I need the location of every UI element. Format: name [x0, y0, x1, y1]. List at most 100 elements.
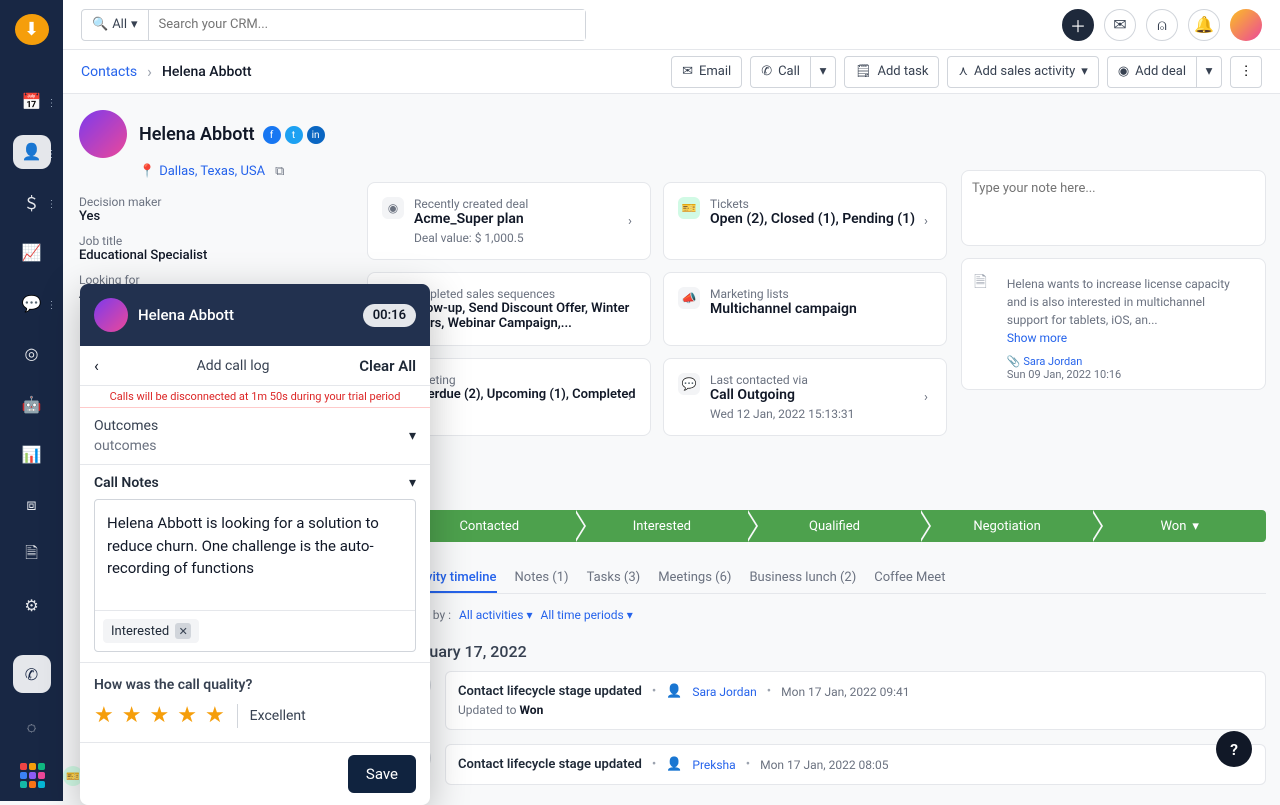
- twitter-icon[interactable]: t: [285, 126, 303, 144]
- facebook-icon[interactable]: f: [263, 126, 281, 144]
- timeline-author[interactable]: Sara Jordan: [692, 685, 756, 699]
- tab-tasks[interactable]: Tasks (3): [587, 564, 641, 593]
- card-deal-title: Acme_Super plan: [414, 211, 528, 227]
- note-show-more[interactable]: Show more: [1007, 331, 1067, 345]
- call-notes-toggle[interactable]: Call Notes ▾: [94, 475, 416, 491]
- note-author[interactable]: Sara Jordan: [1023, 355, 1082, 368]
- filter-time[interactable]: All time periods ▾: [540, 608, 632, 622]
- rail-deals[interactable]: ＄⋮: [13, 185, 51, 219]
- card-deal[interactable]: ◉ Recently created deal Acme_Super plan …: [367, 182, 651, 260]
- deal-icon: ◉: [382, 197, 404, 219]
- chevron-right-icon[interactable]: ›: [618, 209, 642, 233]
- ticket-icon: 🎫: [678, 197, 700, 219]
- call-button[interactable]: ✆Call: [750, 56, 810, 88]
- card-tickets-title: Open (2), Closed (1), Pending (1): [710, 211, 915, 227]
- search-scope-dropdown[interactable]: 🔍 All ▾: [82, 17, 148, 32]
- timeline-time: Mon 17 Jan, 2022 08:05: [760, 758, 888, 772]
- remove-tag-button[interactable]: ✕: [175, 623, 191, 639]
- notifications-button[interactable]: 🔔: [1188, 9, 1220, 41]
- clear-all-button[interactable]: Clear All: [359, 357, 416, 375]
- rail-message[interactable]: ◌: [13, 709, 51, 747]
- rail-analytics[interactable]: 📊: [13, 437, 51, 471]
- help-button[interactable]: ?: [1216, 731, 1252, 767]
- mail-button[interactable]: ✉: [1104, 9, 1136, 41]
- rail-package[interactable]: ⧈: [13, 488, 51, 522]
- tab-business-lunch[interactable]: Business lunch (2): [749, 564, 856, 593]
- chat-icon: 💬: [678, 373, 700, 395]
- star-1[interactable]: ★: [94, 703, 114, 728]
- tab-notes[interactable]: Notes (1): [515, 564, 569, 593]
- stage-negotiation[interactable]: Negotiation: [921, 510, 1094, 542]
- search-scope-label: All: [112, 17, 127, 32]
- timeline-card: Contact lifecycle stage updated • 👤 Prek…: [445, 744, 1266, 785]
- back-button[interactable]: ‹: [94, 356, 99, 375]
- card-seq-title: Follow-up, Send Discount Offer, Winter O…: [405, 301, 636, 331]
- rail-bot[interactable]: 🤖: [13, 387, 51, 421]
- mail-icon: ✉: [682, 64, 693, 79]
- chevron-down-icon: ▾: [1081, 64, 1088, 79]
- rail-reports[interactable]: 📈: [13, 235, 51, 269]
- star-5[interactable]: ★: [205, 703, 225, 728]
- search-icon: 🔍: [92, 17, 108, 32]
- call-contact-avatar: [94, 298, 128, 332]
- stage-interested[interactable]: Interested: [576, 510, 749, 542]
- tab-meetings[interactable]: Meetings (6): [658, 564, 731, 593]
- timeline-card: Contact lifecycle stage updated • 👤 Sara…: [445, 671, 1266, 730]
- star-2[interactable]: ★: [122, 703, 142, 728]
- stage-qualified[interactable]: Qualified: [748, 510, 921, 542]
- stage-won[interactable]: Won ▾: [1093, 510, 1266, 542]
- filter-activities[interactable]: All activities ▾: [459, 608, 532, 622]
- linkedin-icon[interactable]: in: [307, 126, 325, 144]
- save-button[interactable]: Save: [348, 755, 416, 793]
- timeline-time: Mon 17 Jan, 2022 09:41: [781, 685, 909, 699]
- rail-phone[interactable]: ✆: [13, 655, 51, 693]
- rail-target[interactable]: ◎: [13, 336, 51, 370]
- rail-settings[interactable]: ⚙: [13, 589, 51, 623]
- note-input[interactable]: [972, 181, 1255, 241]
- addactivity-button[interactable]: ⋏Add sales activity ▾: [947, 56, 1098, 88]
- more-actions-button[interactable]: ⋮: [1230, 56, 1262, 88]
- card-seq-label: Completed sales sequences: [405, 287, 636, 301]
- card-last-contacted[interactable]: 💬 Last contacted via Call Outgoing Wed 1…: [663, 358, 947, 436]
- card-meet-title: Overdue (2), Upcoming (1), Completed (3): [412, 387, 636, 417]
- app-launcher[interactable]: [20, 763, 44, 787]
- copy-icon[interactable]: ⧉: [275, 164, 284, 179]
- note-input-card[interactable]: [961, 170, 1266, 246]
- adddeal-button[interactable]: ◉Add deal: [1107, 56, 1196, 88]
- chevron-right-icon[interactable]: ›: [914, 385, 938, 409]
- tab-coffee-meet[interactable]: Coffee Meet: [874, 564, 945, 593]
- timeline-title: Contact lifecycle stage updated: [458, 684, 642, 699]
- adddeal-dropdown[interactable]: ▾: [1196, 56, 1222, 88]
- rail-calendar[interactable]: 📅⋮: [13, 84, 51, 118]
- call-notes-textarea[interactable]: Helena Abbott is looking for a solution …: [95, 500, 415, 610]
- star-3[interactable]: ★: [149, 703, 169, 728]
- card-tickets[interactable]: 🎫 Tickets Open (2), Closed (1), Pending …: [663, 182, 947, 260]
- rail-chat[interactable]: 💬⋮: [13, 286, 51, 320]
- user-avatar[interactable]: [1230, 9, 1262, 41]
- call-timer: 00:16: [363, 304, 416, 327]
- megaphone-icon: 📣: [678, 287, 700, 309]
- chevron-right-icon[interactable]: ›: [618, 385, 642, 409]
- outcomes-dropdown[interactable]: Outcomes outcomes ▾: [94, 418, 416, 454]
- email-button[interactable]: ✉Email: [671, 56, 742, 88]
- timeline-title: Contact lifecycle stage updated: [458, 757, 642, 772]
- deal-icon: ◉: [1118, 64, 1129, 79]
- add-button[interactable]: ＋: [1062, 9, 1094, 41]
- breadcrumb-parent[interactable]: Contacts: [81, 64, 137, 80]
- rail-contacts[interactable]: 👤⋮: [13, 135, 51, 169]
- call-tag-label: Interested: [111, 624, 169, 639]
- freddy-button[interactable]: ⍝: [1146, 9, 1178, 41]
- chevron-down-icon: ▾: [131, 17, 138, 32]
- lifecycle-pipeline: Contacted Interested Qualified Negotiati…: [403, 510, 1266, 542]
- rail-document[interactable]: 🗎: [13, 538, 51, 572]
- notes-column: 🗎 Helena wants to increase license capac…: [961, 170, 1266, 390]
- call-dropdown[interactable]: ▾: [810, 56, 836, 88]
- chevron-right-icon[interactable]: ›: [914, 209, 938, 233]
- search-input[interactable]: [148, 10, 585, 40]
- card-last-label: Last contacted via: [710, 373, 854, 387]
- star-4[interactable]: ★: [177, 703, 197, 728]
- contact-location[interactable]: Dallas, Texas, USA: [159, 164, 265, 179]
- timeline-author[interactable]: Preksha: [692, 758, 735, 772]
- addtask-button[interactable]: 🗒Add task: [844, 56, 940, 88]
- card-marketing[interactable]: 📣 Marketing lists Multichannel campaign: [663, 272, 947, 346]
